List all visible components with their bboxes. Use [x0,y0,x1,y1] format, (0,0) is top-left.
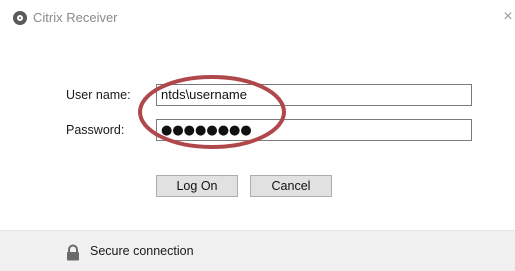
password-input[interactable]: ●●●●●●●● [156,119,472,141]
username-input[interactable]: ntds\username [156,84,472,106]
password-label: Password: [66,123,125,137]
password-masked-value: ●●●●●●●● [161,123,252,138]
footer-status-bar: Secure connection [0,230,515,271]
username-value: ntds\username [161,87,247,102]
lock-icon [67,244,79,261]
title-bar: Citrix Receiver × [0,0,515,34]
window-title: Citrix Receiver [33,10,118,25]
close-button[interactable]: × [501,8,515,26]
log-on-button[interactable]: Log On [156,175,238,197]
citrix-receiver-window: Citrix Receiver × User name: ntds\userna… [0,0,515,271]
cancel-button[interactable]: Cancel [250,175,332,197]
citrix-logo-icon [13,11,27,25]
username-label: User name: [66,88,131,102]
secure-connection-text: Secure connection [90,244,194,258]
